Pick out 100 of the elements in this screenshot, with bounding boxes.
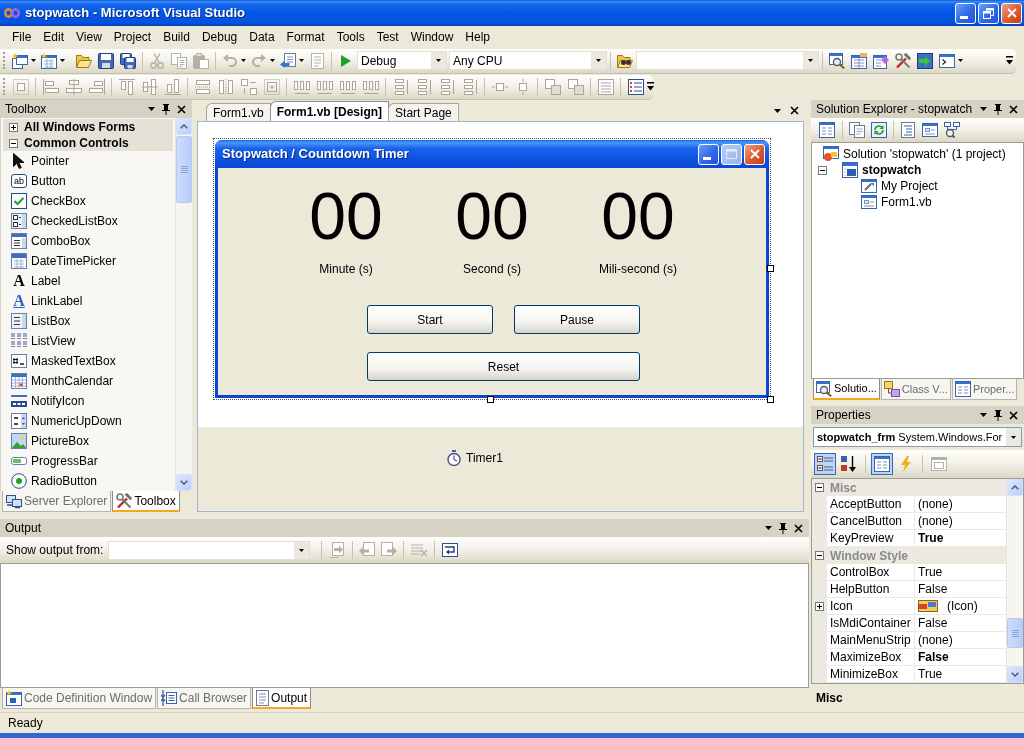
pin-icon[interactable]	[994, 409, 1002, 421]
maximize-button[interactable]	[721, 143, 742, 165]
form-button[interactable]: Start	[367, 305, 493, 334]
folder-binoculars-icon[interactable]	[617, 53, 633, 68]
object-selector[interactable]: stopwatch_frm System.Windows.For	[813, 427, 1022, 447]
document-tab[interactable]: Form1.vb	[206, 103, 271, 121]
toolbar-grip[interactable]	[3, 78, 6, 95]
refresh-icon[interactable]	[871, 122, 887, 138]
resize-handle[interactable]	[487, 396, 494, 403]
panel-tab[interactable]: Class V...	[880, 379, 951, 400]
minimize-button[interactable]	[698, 143, 719, 165]
panel-tab[interactable]: Output	[252, 688, 312, 709]
toolbar-grip[interactable]	[3, 52, 6, 69]
dropdown-caret-icon[interactable]	[980, 413, 987, 417]
toolbox-item[interactable]: MaskedTextBox	[1, 351, 175, 371]
plus-box-icon[interactable]	[815, 602, 824, 611]
documents-icon[interactable]	[849, 122, 865, 138]
property-name[interactable]: CancelButton	[827, 513, 915, 530]
form-button[interactable]: Reset	[367, 352, 640, 381]
menu-item[interactable]: Project	[107, 28, 158, 46]
pin-icon[interactable]	[162, 103, 170, 115]
save-all-icon[interactable]	[120, 52, 136, 69]
dropdown-caret-icon[interactable]	[765, 526, 772, 530]
list-window-icon[interactable]	[954, 381, 971, 397]
tree-item[interactable]: My Project	[881, 177, 938, 195]
list-window-icon[interactable]	[819, 122, 835, 138]
tree-item[interactable]: Solution 'stopwatch' (1 project)	[843, 145, 1006, 163]
close-button[interactable]	[744, 143, 765, 165]
dropdown-caret-icon[interactable]	[980, 107, 987, 111]
scroll-thumb[interactable]	[1007, 618, 1023, 648]
menu-item[interactable]: Test	[370, 28, 405, 46]
panel-tab[interactable]: Toolbox	[112, 491, 180, 512]
toolbox-item[interactable]: DateTimePicker	[1, 251, 175, 271]
minus-box-icon[interactable]	[815, 551, 824, 560]
property-value[interactable]: (Icon)	[915, 598, 1006, 615]
configuration-dropdown[interactable]: Debug	[357, 51, 447, 70]
dropdown-button[interactable]	[1006, 428, 1021, 446]
hammer-wrench-icon[interactable]	[895, 52, 911, 69]
magnifier-diagram-icon[interactable]	[944, 122, 960, 138]
menu-item[interactable]: Help	[459, 28, 497, 46]
caret-icon[interactable]	[958, 59, 963, 62]
panel-tab[interactable]: Solutio...	[813, 379, 880, 400]
scroll-down-button[interactable]	[176, 474, 192, 491]
numbered-list-icon[interactable]	[627, 78, 644, 95]
close-icon[interactable]	[794, 523, 803, 533]
close-button[interactable]	[1001, 2, 1022, 24]
toolbox-item[interactable]: ListView	[1, 331, 175, 351]
caret-icon[interactable]	[241, 59, 246, 62]
dropdown-button[interactable]	[431, 52, 446, 69]
panel-tab[interactable]: Call Browser	[157, 688, 252, 709]
dropdown-button[interactable]	[294, 541, 310, 559]
tray-component[interactable]: Timer1	[446, 449, 503, 467]
property-name[interactable]: ControlBox	[827, 564, 915, 581]
property-name[interactable]: MinimizeBox	[827, 666, 915, 683]
toolbox-item[interactable]: MonthCalendar	[1, 371, 175, 391]
toolbox-item[interactable]: Pointer	[1, 151, 175, 171]
scroll-up-button[interactable]	[176, 118, 192, 135]
caret-icon[interactable]	[299, 548, 305, 552]
plus-box-icon[interactable]	[9, 122, 18, 132]
panel-tab[interactable]: Proper...	[951, 379, 1018, 400]
pin-icon[interactable]	[779, 522, 787, 534]
minimize-button[interactable]	[955, 2, 976, 24]
menu-item[interactable]: Data	[243, 28, 281, 46]
overflow-chevron-icon[interactable]	[1006, 56, 1013, 65]
toolbox-item[interactable]: NotifyIcon	[1, 391, 175, 411]
stopwatch-icon[interactable]	[446, 450, 462, 466]
resize-handle[interactable]	[767, 265, 774, 272]
caret-icon[interactable]	[31, 59, 36, 62]
scroll-down-button[interactable]	[1007, 666, 1023, 683]
class-diagram-icon[interactable]	[883, 381, 900, 397]
menu-item[interactable]: Debug	[195, 28, 244, 46]
pin-icon[interactable]	[994, 103, 1002, 115]
magnifier-window-icon[interactable]	[829, 52, 845, 69]
prompt-window-icon[interactable]	[939, 53, 955, 68]
save-icon[interactable]	[98, 52, 114, 69]
property-name[interactable]: MaximizeBox	[827, 649, 915, 666]
menu-item[interactable]: Window	[404, 28, 460, 46]
menu-item[interactable]: Format	[280, 28, 331, 46]
dropdown-caret-icon[interactable]	[148, 107, 155, 111]
selection-frame[interactable]: Stopwatch / Countdown Timer 00 Minute (s) 00 Second (s) 00 Mili-second (s) Start Pause Reset	[213, 138, 771, 400]
property-name[interactable]: HelpButton	[827, 581, 915, 598]
open-folder-icon[interactable]	[76, 53, 92, 68]
window-sparkle-icon[interactable]	[6, 690, 22, 706]
document-arrow-icon[interactable]	[280, 52, 296, 69]
scroll-up-button[interactable]	[1007, 479, 1023, 496]
resize-handle[interactable]	[767, 396, 774, 403]
close-icon[interactable]	[1009, 410, 1018, 420]
new-window-icon[interactable]	[12, 52, 28, 69]
arrow-box-icon[interactable]	[917, 52, 933, 69]
toolbox-item[interactable]: ProgressBar	[1, 451, 175, 471]
dropdown-button[interactable]	[803, 52, 818, 69]
caret-icon[interactable]	[1011, 435, 1016, 439]
toolbox-item[interactable]: PictureBox	[1, 431, 175, 451]
panel-tab[interactable]: Code Definition Window	[2, 688, 157, 709]
document-tab[interactable]: Start Page	[388, 103, 459, 121]
property-name[interactable]: Icon	[827, 598, 915, 615]
form-button[interactable]: Pause	[514, 305, 640, 334]
tree-item[interactable]: Form1.vb	[881, 193, 932, 211]
restore-button[interactable]	[978, 2, 999, 24]
property-name[interactable]: AcceptButton	[827, 496, 915, 513]
